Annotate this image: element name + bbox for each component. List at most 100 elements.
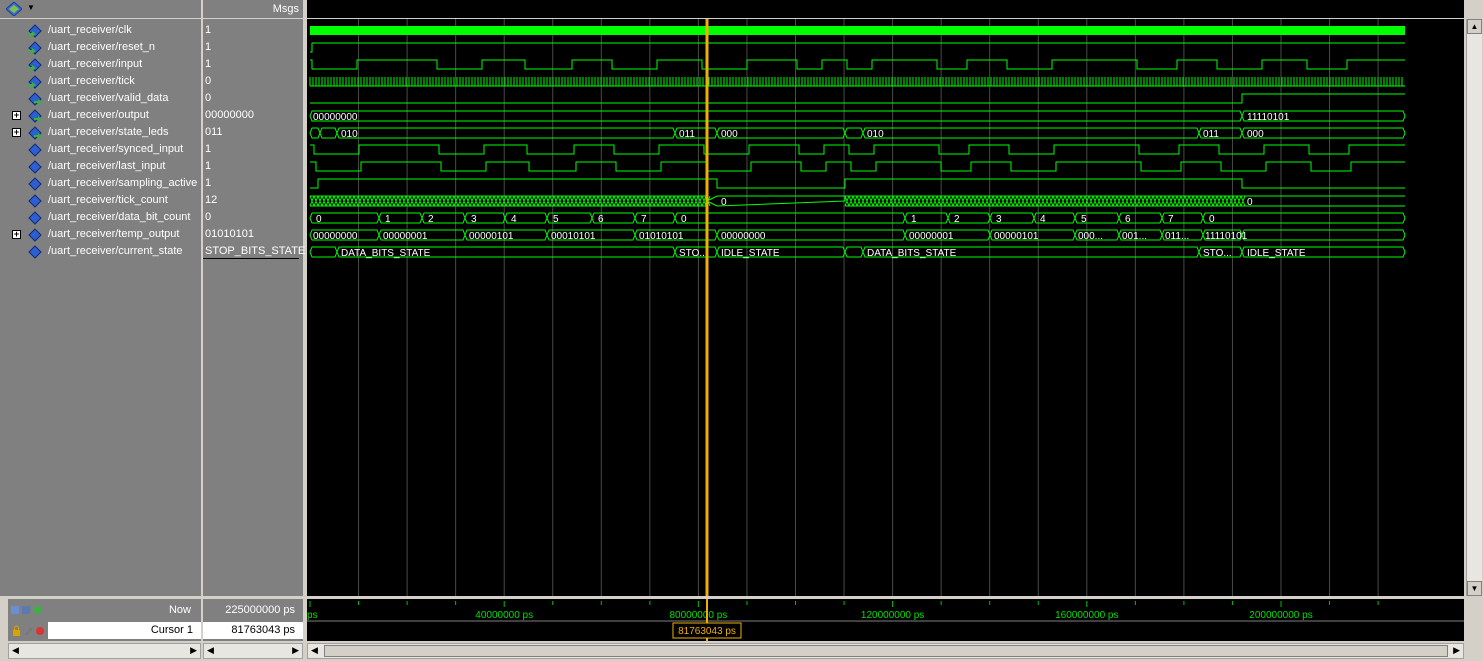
bus-label: IDLE_STATE — [721, 248, 780, 259]
signal-row[interactable]: /uart_receiver/data_bit_count — [8, 209, 201, 226]
bus-label: DATA_BITS_STATE — [867, 248, 957, 259]
signal-value-row: 1 — [203, 56, 303, 73]
bus-segment — [844, 246, 864, 258]
wave-hscrollbar[interactable]: ◀ ▶ — [307, 643, 1464, 659]
names-hscrollbar[interactable]: ◀ ▶ — [8, 643, 201, 659]
scroll-up-icon[interactable]: ▲ — [1467, 19, 1482, 34]
signal-row[interactable]: /uart_receiver/valid_data — [8, 90, 201, 107]
bus-label: 000 — [1247, 129, 1264, 140]
bus-label: STO... — [679, 248, 708, 259]
signal-row[interactable]: /uart_receiver/reset_n — [8, 39, 201, 56]
signal-name: /uart_receiver/output — [48, 109, 149, 121]
signal-row[interactable]: + /uart_receiver/state_leds — [8, 124, 201, 141]
signal-name: /uart_receiver/valid_data — [48, 92, 169, 104]
scroll-down-icon[interactable]: ▼ — [1467, 581, 1482, 596]
scroll-left-icon[interactable]: ◀ — [311, 645, 318, 656]
wave-hscroll-thumb[interactable] — [324, 645, 1448, 657]
bus-label: 010 — [341, 129, 358, 140]
vertical-scrollbar[interactable]: ▲ ▼ — [1466, 19, 1482, 596]
clk-wave — [310, 26, 1405, 35]
signal-row[interactable]: + /uart_receiver/output — [8, 107, 201, 124]
bus-label: 00000000 — [721, 231, 766, 242]
bus-label: 00000001 — [383, 231, 428, 242]
signal-name: /uart_receiver/tick — [48, 75, 135, 87]
bus-label: 2 — [428, 214, 434, 225]
wave-window-icon[interactable] — [6, 2, 22, 16]
bus-label: 001... — [1122, 231, 1147, 242]
signal-row[interactable]: /uart_receiver/synced_input — [8, 141, 201, 158]
output-signal-icon — [28, 92, 42, 106]
timeline-canvas[interactable]: ps 40000000 ps 80000000 ps 120000000 ps 1600… — [307, 599, 1464, 641]
valid-data-wave — [310, 93, 1405, 104]
now-label: Now — [168, 604, 191, 616]
expand-icon[interactable]: + — [12, 111, 21, 120]
temp-output-bus: 00000000 00000001 00000101 00010101 01010101… — [309, 229, 1406, 242]
signal-value-row: 12 — [203, 192, 303, 209]
input-signal-icon — [28, 58, 42, 72]
expand-icon[interactable]: + — [12, 230, 21, 239]
bus-label: 011 — [679, 129, 695, 140]
waveform-canvas[interactable]: 00000000 11110101010 011 000 010 011 0000 00 1 2 3… — [307, 19, 1464, 596]
cursor-label-box[interactable]: Cursor 1 — [48, 622, 201, 639]
signal-row[interactable]: /uart_receiver/last_input — [8, 158, 201, 175]
signal-name: /uart_receiver/sampling_active — [48, 177, 198, 189]
input-signal-icon — [28, 41, 42, 55]
values-header: Msgs — [203, 0, 303, 19]
signal-value: 011 — [205, 126, 223, 138]
lock-icon[interactable] — [12, 625, 46, 637]
signal-row[interactable]: /uart_receiver/input — [8, 56, 201, 73]
signal-row[interactable]: /uart_receiver/clk — [8, 22, 201, 39]
signal-row[interactable]: + /uart_receiver/temp_output — [8, 226, 201, 243]
current-state-bus: DATA_BITS_STATE STO... IDLE_STATE DATA_BITS… — [309, 246, 1406, 259]
cursor-value: 81763043 ps — [231, 624, 295, 636]
timeline-ruler[interactable]: ps 40000000 ps 80000000 ps 120000000 ps 1600… — [307, 599, 1464, 641]
expand-icon[interactable]: + — [12, 128, 21, 137]
synced-input-wave — [310, 144, 1405, 155]
reset-n-wave — [310, 42, 1405, 53]
bus-label: 01010101 — [639, 231, 684, 242]
ruler-tick-label: 160000000 ps — [1055, 610, 1118, 621]
input-signal-icon — [28, 24, 42, 38]
bus-segment — [1202, 212, 1406, 224]
signal-value: 0 — [205, 211, 212, 223]
signal-row[interactable]: /uart_receiver/tick_count — [8, 192, 201, 209]
bus-label: 011 — [1203, 129, 1219, 140]
cursor-value-box[interactable]: 81763043 ps — [203, 622, 303, 639]
internal-signal-icon — [28, 143, 42, 157]
tick-wave — [309, 77, 1403, 86]
bus-label: STO... — [1203, 248, 1232, 259]
bus-label: 4 — [511, 214, 517, 225]
grid-lines — [358, 19, 1379, 596]
signal-value: 0 — [205, 92, 212, 104]
waveform-pane[interactable]: 00000000 11110101 010 011 000 010 011 000 0 0 0 1 2 3… — [307, 19, 1464, 596]
output-signal-icon — [28, 126, 42, 140]
signal-name: /uart_receiver/input — [48, 58, 143, 70]
signal-value: 0 — [205, 75, 212, 87]
signal-value: STOP_BITS_STATE — [205, 245, 306, 257]
signal-value-row: 00000000 — [203, 107, 303, 124]
scroll-right-icon[interactable]: ▶ — [1453, 645, 1460, 656]
bus-label: 00000101 — [994, 231, 1039, 242]
signal-value-row: 0 — [203, 209, 303, 226]
signal-row[interactable]: /uart_receiver/tick — [8, 73, 201, 90]
cursor-toolbar-icons[interactable] — [10, 604, 44, 616]
bus-segment — [1241, 229, 1406, 241]
signal-value: 1 — [205, 41, 212, 53]
scroll-right-icon[interactable]: ▶ — [190, 645, 197, 656]
scroll-left-icon[interactable]: ◀ — [207, 645, 214, 656]
bus-label: 4 — [1040, 214, 1046, 225]
signal-row[interactable]: /uart_receiver/sampling_active — [8, 175, 201, 192]
scroll-left-icon[interactable]: ◀ — [12, 645, 19, 656]
signal-value: 1 — [205, 24, 212, 36]
bus-segment — [309, 110, 1243, 122]
internal-signal-icon — [28, 194, 42, 208]
bus-label: 3 — [471, 214, 477, 225]
bus-label: 00000000 — [313, 112, 358, 123]
signal-name: /uart_receiver/synced_input — [48, 143, 184, 155]
signal-name: /uart_receiver/reset_n — [48, 41, 155, 53]
scroll-right-icon[interactable]: ▶ — [292, 645, 299, 656]
signal-row[interactable]: /uart_receiver/current_state — [8, 243, 201, 260]
values-hscrollbar[interactable]: ◀ ▶ — [203, 643, 303, 659]
output-signal-icon — [28, 109, 42, 123]
chevron-down-icon[interactable]: ▼ — [27, 3, 35, 12]
